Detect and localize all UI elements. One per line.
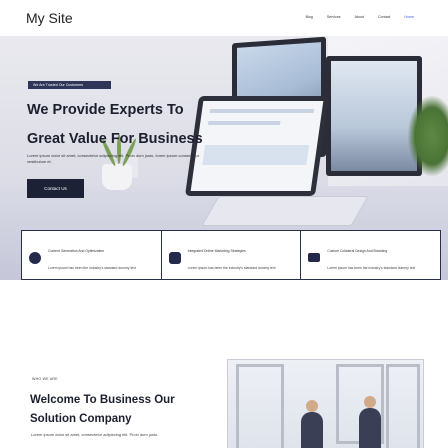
feature-card[interactable]: Integrated Online Marketing Strategies L… [160, 230, 301, 280]
hero-plant-right [408, 96, 448, 176]
feature-text: Lorem ipsum has been the industry's stan… [187, 266, 276, 270]
photo-window-frame [386, 364, 420, 448]
feature-text: Lorem ipsum has been the industry's stan… [48, 266, 136, 270]
tablet-ui-bar [209, 109, 315, 113]
about-text: Lorem ipsum dolor sit amet, consectetur … [31, 432, 159, 437]
tablet-ui-bar [207, 121, 281, 125]
stack-icon [308, 253, 321, 262]
nav-link-about[interactable]: About [355, 15, 364, 19]
globe-icon [168, 252, 181, 264]
hero-title-line1: We Provide Experts To [27, 102, 184, 118]
about-photo [227, 359, 424, 448]
photo-person-head [306, 400, 318, 412]
contact-us-button[interactable]: Contact Us [27, 179, 84, 198]
hero-keyboard [201, 196, 369, 226]
site-logo[interactable]: My Site [26, 10, 73, 26]
about-section: WHO WE ARE Welcome To Business Our Solut… [0, 280, 448, 448]
nav-link-services[interactable]: Services [327, 15, 341, 19]
nav-link-home[interactable]: Home [404, 15, 414, 19]
hero-tablet-screen [190, 101, 324, 191]
hero-badge: We Are Trusted Our Customers [28, 81, 111, 89]
about-title-line1: Welcome To Business Our [30, 394, 175, 406]
hero-plant-pot [102, 164, 132, 190]
bomb-icon [29, 252, 41, 264]
photo-window-frame [236, 364, 284, 448]
feature-card[interactable]: Custom Collateral Design And Branding Lo… [300, 230, 442, 280]
photo-person [301, 412, 323, 448]
feature-title: Content Generation And Optimization [48, 249, 105, 253]
hero-title-line2: Great Value For Business [27, 131, 203, 147]
feature-title: Integrated Online Marketing Strategies [187, 249, 246, 253]
feature-title: Custom Collateral Design And Branding [327, 249, 388, 253]
photo-person [359, 408, 381, 448]
feature-cards: Content Generation And Optimization Lore… [21, 230, 442, 280]
about-eyebrow: WHO WE ARE [32, 377, 58, 381]
main-nav: Blog Services About Contact Home [292, 15, 414, 19]
nav-link-blog[interactable]: Blog [306, 15, 313, 19]
hero-title: We Provide Experts To Great Value For Bu… [27, 96, 203, 154]
about-title-line2: Solution Company [30, 413, 132, 425]
nav-link-contact[interactable]: Contact [378, 15, 390, 19]
feature-card[interactable]: Content Generation And Optimization Lore… [21, 230, 161, 280]
hero-monitor-secondary-screen [331, 61, 417, 171]
site-header: My Site Blog Services About Contact Home [0, 0, 448, 36]
feature-text: Lorem ipsum has been the industry's stan… [327, 266, 416, 270]
hero-tablet [184, 96, 330, 196]
tablet-ui-panel [202, 145, 310, 165]
about-title: Welcome To Business Our Solution Company [30, 391, 175, 429]
photo-person-head [364, 396, 376, 408]
hero-text: Lorem ipsum dolor sit amet, consectetur … [27, 153, 200, 164]
